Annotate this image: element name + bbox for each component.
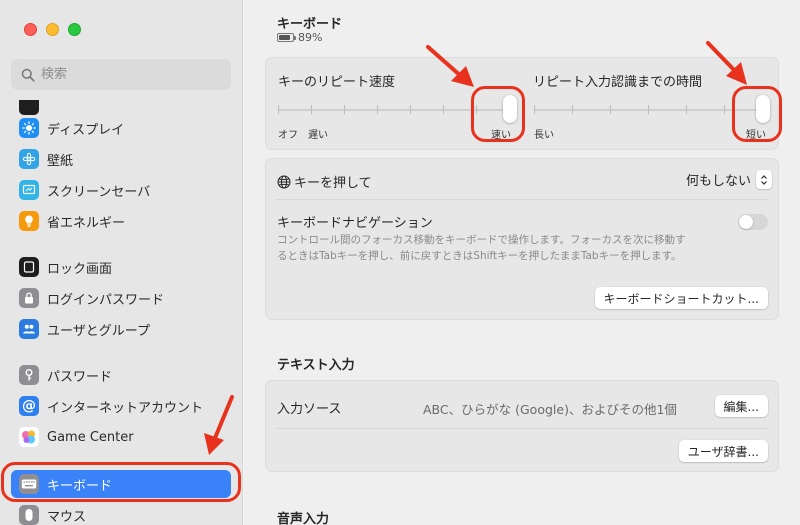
arrow-to-repeat-rate <box>426 45 474 87</box>
annotation-arrows <box>204 41 747 455</box>
arrow-to-delay <box>706 41 747 85</box>
arrow-to-keyboard <box>204 395 234 455</box>
